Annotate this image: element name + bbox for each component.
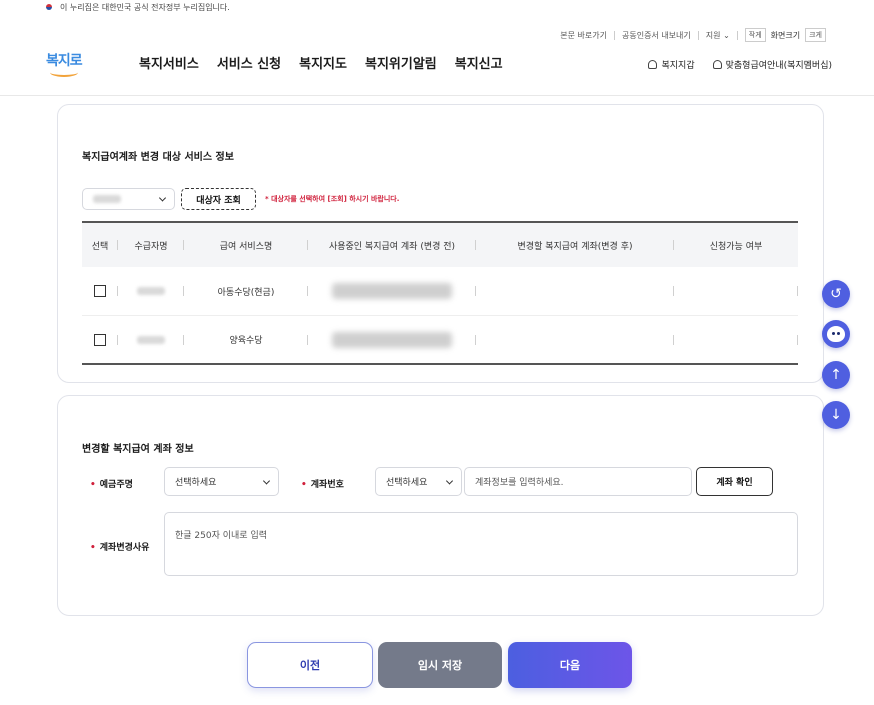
bank-select[interactable]: 선택하세요 (375, 467, 462, 496)
col-eligibility: 신청가능 여부 (709, 241, 763, 252)
col-service: 급여 서비스명 (184, 223, 308, 267)
chevron-down-icon: ⌄ (723, 30, 730, 40)
recipient-select[interactable] (82, 188, 175, 210)
masked-account (332, 283, 452, 299)
chevron-down-icon (262, 476, 271, 485)
lookup-notice: * 대상자를 선택하여 [조회] 하시기 바랍니다. (265, 195, 400, 203)
nav-welfare-map[interactable]: 복지지도 (299, 53, 347, 72)
scroll-bottom-button[interactable]: ↓ (822, 401, 850, 429)
prev-button[interactable]: 이전 (247, 642, 373, 688)
col-recipient: 수급자명 (118, 223, 184, 267)
chevron-down-icon (158, 194, 167, 202)
service-name: 아동수당(현금) (184, 267, 308, 315)
nav-crisis-alert[interactable]: 복지위기알림 (365, 53, 437, 72)
masked-value (93, 195, 121, 203)
target-service-table: 선택 수급자명 급여 서비스명 사용중인 복지급여 계좌 (변경 전) 변경할 … (82, 221, 798, 365)
masked-recipient-name (137, 287, 165, 295)
table-row: 양육수당 (82, 316, 798, 365)
chatbot-icon (827, 326, 845, 342)
font-size-label: 화면크기 (770, 30, 801, 40)
arrow-up-icon: ↑ (830, 367, 842, 383)
account-label: • 계좌번호 (301, 480, 344, 490)
table-row: 아동수당(현금) (82, 267, 798, 316)
lookup-button[interactable]: 대상자 조회 (181, 188, 256, 210)
font-large-button[interactable]: 크게 (805, 28, 826, 42)
required-mark: • (90, 480, 96, 490)
person-add-icon (712, 60, 722, 69)
member-links: 복지지갑 맞춤형급여안내(복지멤버십) (648, 58, 832, 71)
nav-welfare-services[interactable]: 복지서비스 (139, 53, 199, 72)
logo-text: 복지로 (46, 53, 83, 69)
col-new-account: 변경할 복지급여 계좌(변경 후) (476, 223, 674, 267)
utility-nav: 본문 바로가기 공동인증서 내보내기 지원 ⌄ 작게 화면크기 크게 (560, 28, 826, 42)
gov-banner-text: 이 누리집은 대한민국 공식 전자정부 누리집입니다. (60, 2, 230, 12)
cert-export-link[interactable]: 공동인증서 내보내기 (622, 30, 691, 41)
logo-smile-icon (50, 68, 78, 77)
new-account-card (57, 395, 824, 616)
table-header: 선택 수급자명 급여 서비스명 사용중인 복지급여 계좌 (변경 전) 변경할 … (82, 221, 798, 267)
welfare-wallet-link[interactable]: 복지지갑 (648, 58, 695, 71)
row-checkbox[interactable] (94, 333, 106, 346)
new-account-cell (476, 267, 674, 315)
account-number-input[interactable]: 계좌정보를 입력하세요. (464, 467, 692, 496)
col-select: 선택 (82, 223, 118, 267)
next-button[interactable]: 다음 (508, 642, 632, 688)
header-divider (0, 95, 874, 96)
row-checkbox[interactable] (94, 285, 106, 297)
gov-banner: 이 누리집은 대한민국 공식 전자정부 누리집입니다. (0, 0, 874, 14)
chatbot-button[interactable] (822, 320, 850, 348)
required-mark: • (301, 480, 307, 490)
section2-title: 변경할 복지급여 계좌 정보 (82, 444, 194, 455)
person-icon (648, 60, 658, 69)
recent-history-button[interactable]: ↺ (822, 280, 850, 308)
nav-welfare-report[interactable]: 복지신고 (455, 53, 503, 72)
temp-save-button[interactable]: 임시 저장 (378, 642, 502, 688)
arrow-down-icon: ↓ (830, 407, 842, 423)
holder-label: • 예금주명 (90, 480, 133, 490)
new-account-cell (476, 316, 674, 363)
scroll-top-button[interactable]: ↑ (822, 361, 850, 389)
masked-account (332, 331, 452, 348)
reason-textarea[interactable]: 한글 250자 이내로 입력 (164, 512, 798, 576)
chevron-down-icon (445, 476, 454, 485)
service-name: 양육수당 (184, 316, 308, 363)
skip-to-content-link[interactable]: 본문 바로가기 (560, 30, 607, 41)
masked-recipient-name (137, 335, 165, 344)
site-logo[interactable]: 복지로 (46, 50, 84, 78)
required-mark: • (90, 543, 96, 553)
taegukgi-flag-icon (44, 3, 54, 11)
holder-select[interactable]: 선택하세요 (164, 467, 279, 496)
membership-guide-link[interactable]: 맞춤형급여안내(복지멤버십) (712, 58, 832, 71)
eligibility-cell (674, 267, 798, 315)
col-current-account: 사용중인 복지급여 계좌 (변경 전) (308, 223, 476, 267)
main-nav: 복지서비스 서비스 신청 복지지도 복지위기알림 복지신고 (139, 53, 503, 72)
verify-account-button[interactable]: 계좌 확인 (696, 467, 773, 496)
font-small-button[interactable]: 작게 (744, 28, 766, 42)
history-icon: ↺ (830, 286, 842, 302)
section1-title: 복지급여계좌 변경 대상 서비스 정보 (82, 152, 234, 163)
eligibility-cell (674, 316, 798, 363)
support-menu[interactable]: 지원 ⌄ (706, 30, 730, 41)
nav-service-apply[interactable]: 서비스 신청 (217, 53, 281, 72)
reason-label: • 계좌변경사유 (90, 543, 150, 553)
